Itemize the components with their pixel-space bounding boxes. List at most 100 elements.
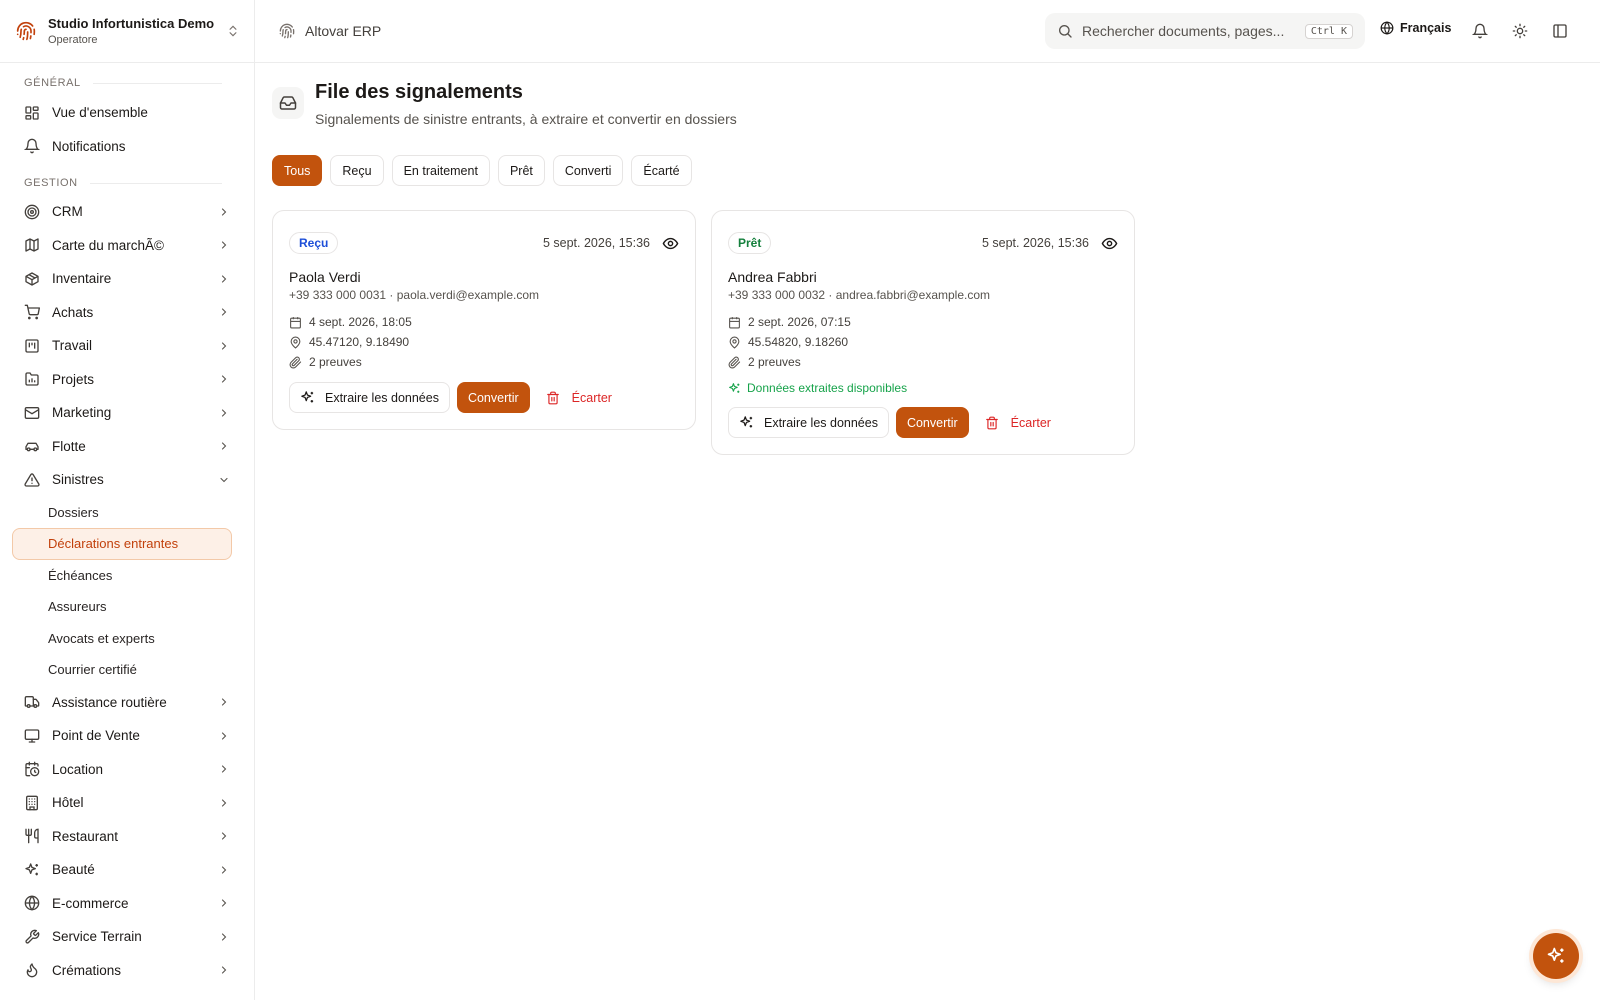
fingerprint-logo-icon	[16, 21, 36, 41]
sidebar-item-label: Assistance routière	[52, 694, 167, 710]
sidebar-item-crm[interactable]: CRM	[12, 195, 232, 229]
sidebar-item-label: Marketing	[52, 405, 112, 421]
sidebar-subitem-insurers[interactable]: Assureurs	[12, 591, 232, 623]
sidebar-item-label: Service Terrain	[52, 929, 142, 945]
convert-button[interactable]: Convertir	[895, 407, 969, 438]
chevron-right-icon	[221, 866, 227, 874]
sidebar-item-projects[interactable]: Projets	[12, 363, 232, 397]
extract-data-button[interactable]: Extraire les données	[728, 407, 889, 438]
fingerprint-icon	[279, 23, 295, 39]
org-switcher[interactable]: Studio Infortunistica Demo Operatore	[0, 0, 254, 63]
sidebar-subitem-incoming-declarations[interactable]: Déclarations entrantes	[12, 528, 232, 560]
sidebar-item-beauty[interactable]: Beauté	[12, 853, 232, 887]
extract-data-label: Extraire les données	[325, 390, 439, 405]
sidebar-subitem-dossiers[interactable]: Dossiers	[12, 497, 232, 529]
incident-date: 4 sept. 2026, 18:05	[309, 315, 412, 329]
org-role: Operatore	[48, 33, 98, 46]
report-card: Prêt 5 sept. 2026, 15:36 Andrea Fabbri +…	[711, 210, 1135, 455]
sidebar-item-label: Projets	[52, 371, 95, 387]
sidebar-item-restaurant[interactable]: Restaurant	[12, 820, 232, 854]
status-badge: Reçu	[289, 232, 339, 254]
app-breadcrumb[interactable]: Altovar ERP	[279, 23, 381, 39]
page-title: File des signalements	[315, 81, 523, 103]
app-name: Altovar ERP	[305, 23, 382, 39]
sidebar-item-ecommerce[interactable]: E-commerce	[12, 887, 232, 921]
target-icon	[24, 204, 40, 220]
sidebar-item-claims[interactable]: Sinistres	[12, 463, 232, 497]
filter-processing[interactable]: En traitement	[391, 155, 490, 186]
filter-received[interactable]: Reçu	[330, 155, 384, 186]
report-card: Reçu 5 sept. 2026, 15:36 Paola Verdi +39…	[272, 210, 696, 430]
flame-icon	[26, 963, 38, 978]
paperclip-icon	[289, 356, 302, 368]
sidebar-item-label: Inventaire	[52, 271, 112, 287]
chevron-right-icon	[221, 241, 227, 249]
sparkles-icon	[301, 391, 314, 403]
bell-icon[interactable]	[1472, 23, 1488, 39]
evidence-row: 2 preuves	[289, 352, 679, 372]
eye-icon[interactable]	[1101, 235, 1118, 252]
sparkles-icon	[740, 416, 753, 428]
chevron-right-icon	[221, 409, 227, 417]
incident-date-row: 4 sept. 2026, 18:05	[289, 312, 679, 332]
filter-all[interactable]: Tous	[272, 155, 323, 186]
sidebar-subitem-deadlines[interactable]: Échéances	[12, 560, 232, 592]
search-input[interactable]: Rechercher documents, pages... Ctrl K	[1045, 13, 1365, 49]
language-label: Français	[1400, 21, 1452, 35]
search-icon	[1059, 25, 1072, 38]
language-switcher[interactable]: Français	[1380, 21, 1451, 35]
sidebar-item-cremations[interactable]: Crémations	[12, 954, 232, 988]
extracted-data-label: Données extraites disponibles	[747, 381, 908, 395]
chevron-right-icon	[221, 442, 227, 450]
received-date: 5 sept. 2026, 15:36	[542, 236, 650, 250]
sidebar-item-notifications[interactable]: Notifications	[12, 130, 232, 164]
sidebar-item-overview[interactable]: Vue d'ensemble	[12, 96, 232, 130]
sidebar-item-field-service[interactable]: Service Terrain	[12, 920, 232, 954]
evidence-row: 2 preuves	[728, 352, 1118, 372]
projects-icon	[25, 372, 39, 386]
chevron-right-icon	[221, 342, 227, 350]
convert-button[interactable]: Convertir	[456, 382, 530, 413]
search-shortcut: Ctrl K	[1304, 23, 1353, 39]
sidebar-item-roadside-assistance[interactable]: Assistance routière	[12, 686, 232, 720]
sidebar-item-point-of-sale[interactable]: Point de Vente	[12, 719, 232, 753]
filter-converted[interactable]: Converti	[552, 155, 624, 186]
eye-icon[interactable]	[662, 235, 679, 252]
sun-icon[interactable]	[1512, 23, 1528, 39]
sidebar-item-work[interactable]: Travail	[12, 329, 232, 363]
sidebar-subitem-certified-mail[interactable]: Courrier certifié	[12, 654, 232, 686]
calendar-clock-icon	[25, 761, 40, 777]
sidebar-toggle-icon[interactable]	[1552, 23, 1568, 39]
ai-assistant-button[interactable]	[1533, 933, 1579, 979]
kanban-icon	[25, 339, 39, 353]
sidebar-item-inventory[interactable]: Inventaire	[12, 262, 232, 296]
cart-icon	[24, 304, 40, 320]
extract-data-button[interactable]: Extraire les données	[289, 382, 450, 413]
filter-ready[interactable]: Prêt	[497, 155, 545, 186]
chevron-right-icon	[221, 899, 227, 907]
sidebar-item-label: Flotte	[52, 438, 86, 454]
chevron-right-icon	[221, 275, 227, 283]
discard-button[interactable]: Écarter	[985, 407, 1051, 438]
sidebar-item-fleet[interactable]: Flotte	[12, 430, 232, 464]
globe-icon	[1380, 21, 1394, 35]
sidebar-item-rental[interactable]: Location	[12, 753, 232, 787]
sidebar-item-label: Point de Vente	[52, 728, 140, 744]
coordinates: 45.54820, 9.18260	[748, 335, 849, 349]
paperclip-icon	[728, 356, 741, 368]
chevron-right-icon	[221, 375, 227, 383]
discard-button[interactable]: Écarter	[546, 382, 612, 413]
filter-discarded[interactable]: Écarté	[631, 155, 692, 186]
main-content: File des signalements Signalements de si…	[255, 63, 1600, 1000]
sidebar-item-market-map[interactable]: Carte du marchÃ©	[12, 229, 232, 263]
incident-date-row: 2 sept. 2026, 07:15	[728, 312, 1118, 332]
warning-icon	[24, 473, 40, 487]
sparkles-icon	[25, 863, 38, 876]
sidebar-item-purchases[interactable]: Achats	[12, 296, 232, 330]
page-header: File des signalements Signalements de si…	[272, 80, 737, 127]
inbox-icon	[272, 87, 304, 119]
sidebar-subitem-lawyers-experts[interactable]: Avocats et experts	[12, 623, 232, 655]
sidebar-item-marketing[interactable]: Marketing	[12, 396, 232, 430]
sidebar-item-label: Carte du marchÃ©	[52, 237, 164, 253]
sidebar-item-hotel[interactable]: Hôtel	[12, 786, 232, 820]
